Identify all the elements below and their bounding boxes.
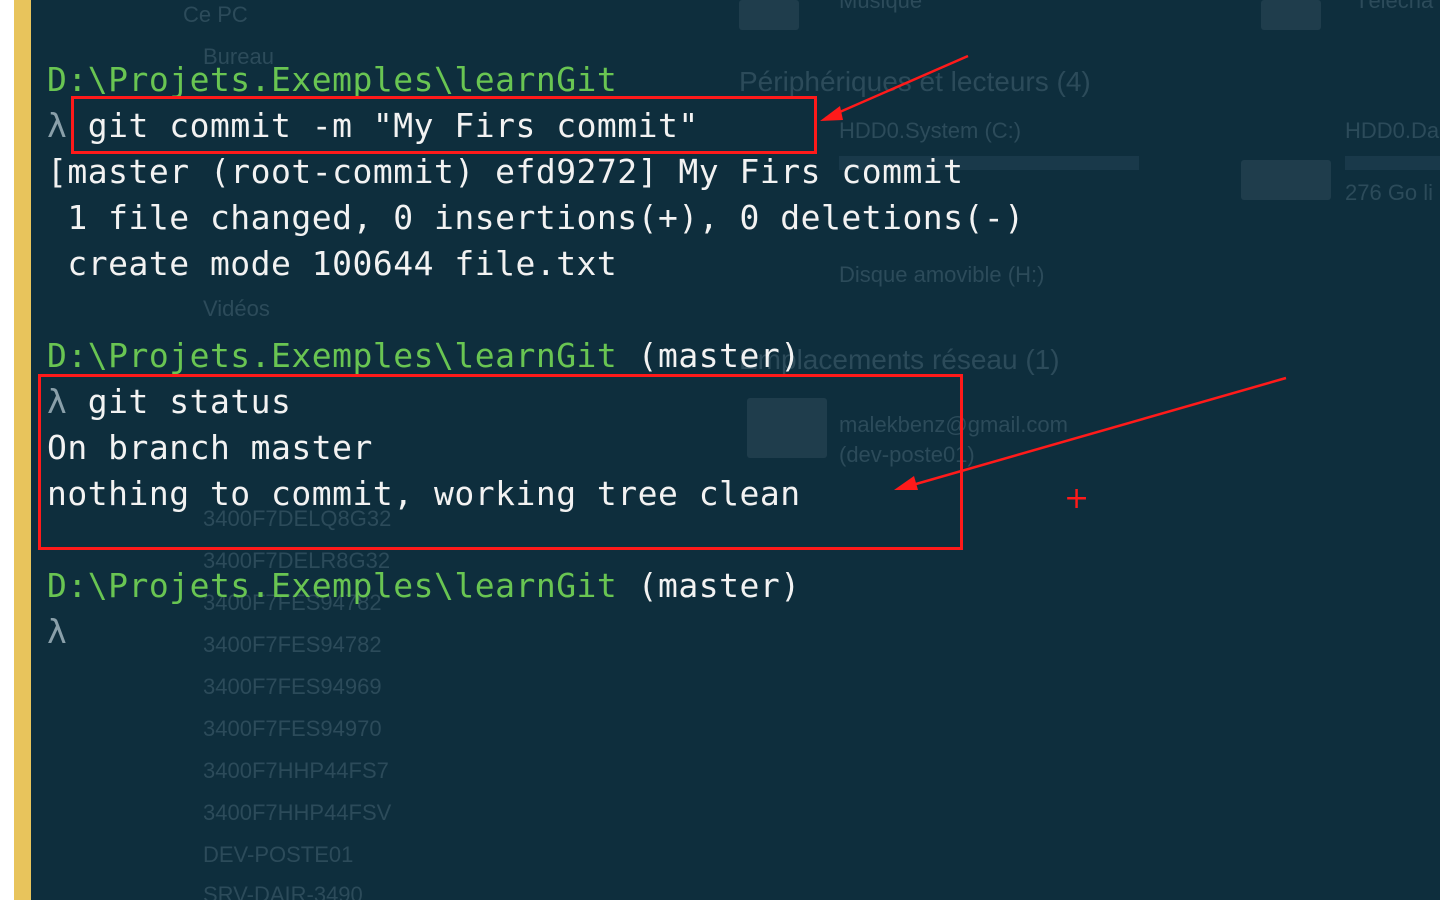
arrow-annotation-commit (820, 54, 969, 121)
annotation-overlay: + (820, 54, 1287, 516)
arrow-annotation-status (894, 376, 1287, 490)
cursor-marker: + (1064, 481, 1089, 516)
